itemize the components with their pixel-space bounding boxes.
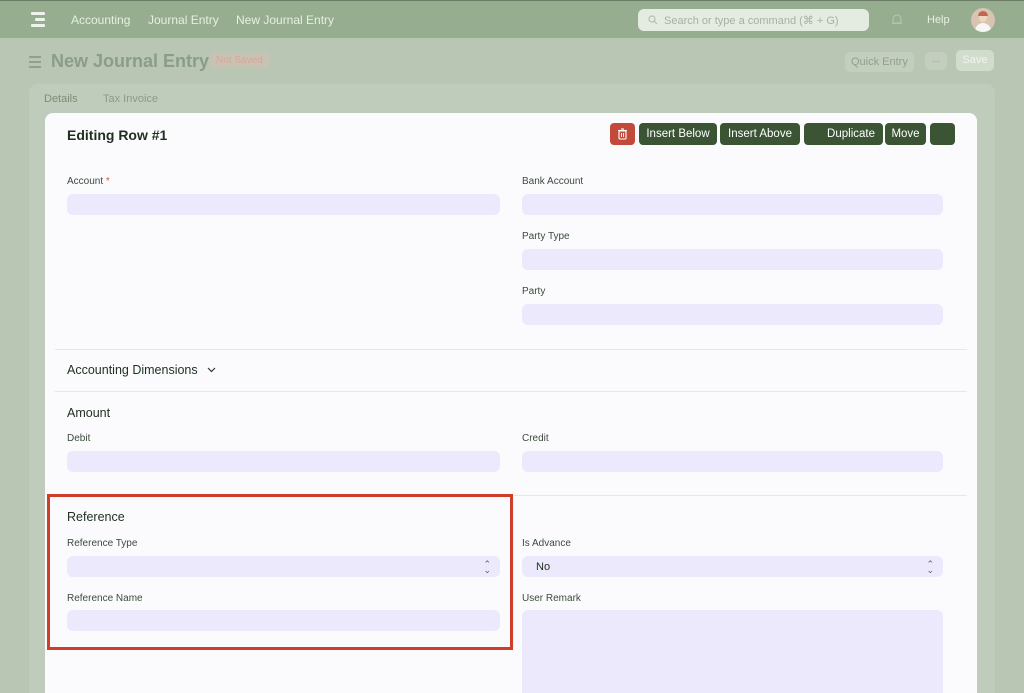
tab-tax-invoice[interactable]: Tax Invoice [103,93,158,105]
save-button[interactable]: Save [956,50,994,71]
page-title: New Journal Entry [51,51,210,71]
reference-highlight-box [47,494,513,650]
user-remark-label: User Remark [522,593,581,604]
amount-section-title: Amount [67,406,111,420]
breadcrumb-journal-entry[interactable]: Journal Entry [148,13,219,27]
app-logo-icon[interactable] [31,12,45,28]
debit-label: Debit [67,433,91,444]
top-navbar: Accounting Journal Entry New Journal Ent… [0,0,1024,38]
is-advance-label: Is Advance [522,538,571,549]
breadcrumb-accounting[interactable]: Accounting [71,13,130,27]
more-options-button[interactable]: ... [925,52,947,70]
sidebar-toggle-icon[interactable] [29,56,41,71]
bank-account-field[interactable] [522,194,943,215]
breadcrumb-new-journal-entry[interactable]: New Journal Entry [236,13,334,27]
page-header: New Journal Entry Not Saved Quick Entry … [0,38,1024,84]
duplicate-button[interactable]: Duplicate [804,123,883,145]
chevron-down-icon [207,367,216,373]
search-placeholder: Search or type a command (⌘ + G) [664,14,839,27]
accounting-dimensions-title: Accounting Dimensions [67,363,198,377]
account-label: Account * [67,176,110,187]
status-badge: Not Saved [210,53,269,68]
section-divider [55,391,967,392]
party-type-field[interactable] [522,249,943,270]
bell-icon[interactable] [890,13,904,27]
credit-field[interactable] [522,451,943,472]
is-advance-select[interactable]: No ⌃ ⌄ [522,556,943,577]
delete-row-button[interactable] [610,123,635,145]
is-advance-value: No [536,560,551,573]
insert-below-button[interactable]: Insert Below [639,123,717,145]
bank-account-label: Bank Account [522,176,584,187]
panel-title: Editing Row #1 [67,127,168,143]
party-type-label: Party Type [522,231,570,242]
collapse-row-button[interactable] [930,123,955,145]
select-arrows-icon: ⌃ ⌄ [926,558,934,575]
search-icon [648,15,658,25]
tab-details[interactable]: Details [44,93,78,105]
move-button[interactable]: Move [885,123,926,145]
account-field[interactable] [67,194,500,215]
debit-field[interactable] [67,451,500,472]
help-menu[interactable]: Help [927,14,950,26]
party-label: Party [522,286,546,297]
required-marker: * [105,176,110,187]
avatar[interactable] [971,8,995,32]
trash-icon [618,128,627,140]
section-divider [55,349,967,350]
credit-label: Credit [522,433,549,444]
quick-entry-button[interactable]: Quick Entry [845,52,914,72]
user-remark-textarea[interactable] [522,610,943,693]
insert-above-button[interactable]: Insert Above [720,123,800,145]
party-field[interactable] [522,304,943,325]
accounting-dimensions-toggle[interactable]: Accounting Dimensions [67,363,216,377]
search-input[interactable]: Search or type a command (⌘ + G) [638,9,869,31]
